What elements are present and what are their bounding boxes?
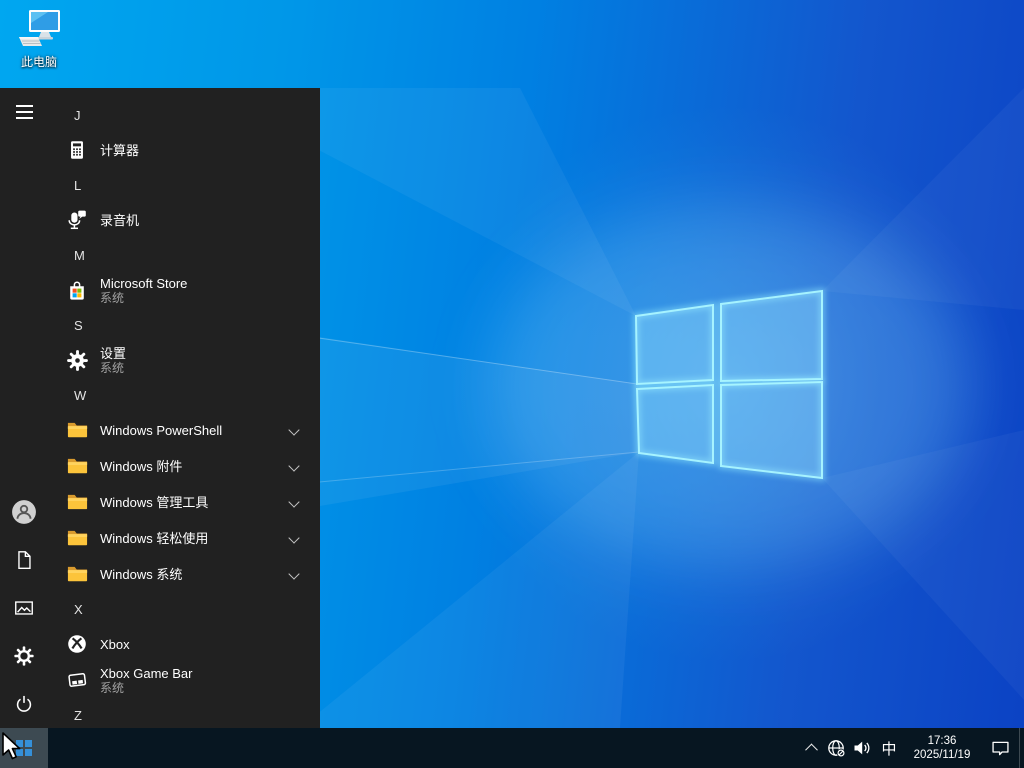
app-title: Windows 附件 — [100, 458, 183, 474]
folder-icon — [64, 417, 90, 443]
app-subtitle: 系统 — [100, 680, 125, 695]
section-header-j[interactable]: J — [48, 98, 320, 132]
app-title: Windows 轻松使用 — [100, 530, 209, 546]
calculator-icon — [64, 137, 90, 163]
xbox-game-bar-icon — [64, 667, 90, 693]
app-subtitle: 系统 — [100, 360, 125, 375]
app-title: Windows PowerShell — [100, 422, 223, 438]
power-icon — [16, 695, 32, 712]
app-title: 设置 — [100, 345, 127, 361]
section-header-x[interactable]: X — [48, 592, 320, 626]
start-item-microsoft-store[interactable]: Microsoft Store 系统 — [48, 272, 320, 308]
show-desktop-button[interactable] — [1019, 728, 1024, 768]
chevron-down-icon — [288, 460, 300, 472]
volume-button[interactable] — [849, 728, 875, 768]
chevron-down-icon — [288, 532, 300, 544]
desktop-screen: 此电脑 J 计算器 L 录音机 M Microsoft Store 系统 S 设… — [0, 0, 1024, 768]
start-menu: J 计算器 L 录音机 M Microsoft Store 系统 S 设置 系统… — [0, 88, 320, 728]
start-item-xbox[interactable]: Xbox — [48, 626, 320, 662]
start-button[interactable] — [0, 728, 48, 768]
xbox-icon — [64, 631, 90, 657]
chevron-down-icon — [288, 496, 300, 508]
folder-icon — [64, 453, 90, 479]
folder-item-windows-system[interactable]: Windows 系统 — [48, 556, 320, 592]
section-header-s[interactable]: S — [48, 308, 320, 342]
power-button[interactable] — [0, 680, 48, 728]
app-title: Xbox — [100, 636, 130, 652]
section-header-w[interactable]: W — [48, 378, 320, 412]
pictures-button[interactable] — [0, 584, 48, 632]
speaker-icon — [854, 741, 870, 755]
computer-icon — [19, 10, 60, 46]
this-pc-desktop-icon[interactable]: 此电脑 — [8, 8, 70, 70]
user-account-button[interactable] — [0, 488, 48, 536]
chevron-up-icon — [804, 743, 818, 756]
folder-icon — [64, 525, 90, 551]
start-item-voice-recorder[interactable]: 录音机 — [48, 202, 320, 238]
folder-icon — [64, 489, 90, 515]
tray-show-hidden-icons-button[interactable] — [799, 728, 823, 768]
start-item-calculator[interactable]: 计算器 — [48, 132, 320, 168]
user-icon — [12, 500, 36, 524]
folder-item-windows-accessories[interactable]: Windows 附件 — [48, 448, 320, 484]
start-item-settings[interactable]: 设置 系统 — [48, 342, 320, 378]
settings-button[interactable] — [0, 632, 48, 680]
microsoft-store-icon — [64, 277, 90, 303]
chevron-down-icon — [288, 568, 300, 580]
chevron-down-icon — [288, 424, 300, 436]
section-header-l[interactable]: L — [48, 168, 320, 202]
documents-button[interactable] — [0, 536, 48, 584]
app-title: 录音机 — [100, 212, 140, 228]
taskbar: 中 17:36 2025/11/19 — [0, 728, 1024, 768]
app-title: Windows 管理工具 — [100, 494, 209, 510]
settings-gear-icon — [14, 646, 34, 666]
expand-menu-button[interactable] — [0, 88, 48, 136]
app-title: Microsoft Store — [100, 275, 188, 291]
clock-date: 2025/11/19 — [913, 749, 971, 761]
action-center-icon — [991, 741, 1009, 755]
this-pc-label: 此电脑 — [20, 55, 57, 69]
folder-item-windows-powershell[interactable]: Windows PowerShell — [48, 412, 320, 448]
voice-recorder-icon — [64, 207, 90, 233]
folder-icon — [64, 561, 90, 587]
network-status-button[interactable] — [823, 728, 849, 768]
start-menu-rail — [0, 88, 48, 728]
section-header-m[interactable]: M — [48, 238, 320, 272]
folder-item-windows-admin-tools[interactable]: Windows 管理工具 — [48, 484, 320, 520]
app-title: Windows 系统 — [100, 566, 183, 582]
app-title: Xbox Game Bar — [100, 665, 193, 681]
hamburger-icon — [15, 105, 33, 119]
taskbar-clock[interactable]: 17:36 2025/11/19 — [903, 728, 981, 768]
ime-indicator[interactable]: 中 — [875, 728, 903, 768]
windows-logo-icon — [16, 740, 32, 756]
start-item-xbox-game-bar[interactable]: Xbox Game Bar 系统 — [48, 662, 320, 698]
folder-item-windows-ease-of-access[interactable]: Windows 轻松使用 — [48, 520, 320, 556]
settings-gear-icon — [64, 347, 90, 373]
app-title: 计算器 — [100, 142, 140, 158]
start-menu-app-list: J 计算器 L 录音机 M Microsoft Store 系统 S 设置 系统… — [48, 88, 320, 728]
documents-icon — [18, 551, 31, 569]
pictures-icon — [15, 601, 33, 615]
network-globe-offline-icon — [828, 740, 846, 758]
clock-time: 17:36 — [927, 735, 957, 747]
section-header-z[interactable]: Z — [48, 698, 320, 728]
system-tray: 中 17:36 2025/11/19 — [799, 728, 1024, 768]
app-subtitle: 系统 — [100, 290, 125, 305]
action-center-button[interactable] — [981, 728, 1019, 768]
